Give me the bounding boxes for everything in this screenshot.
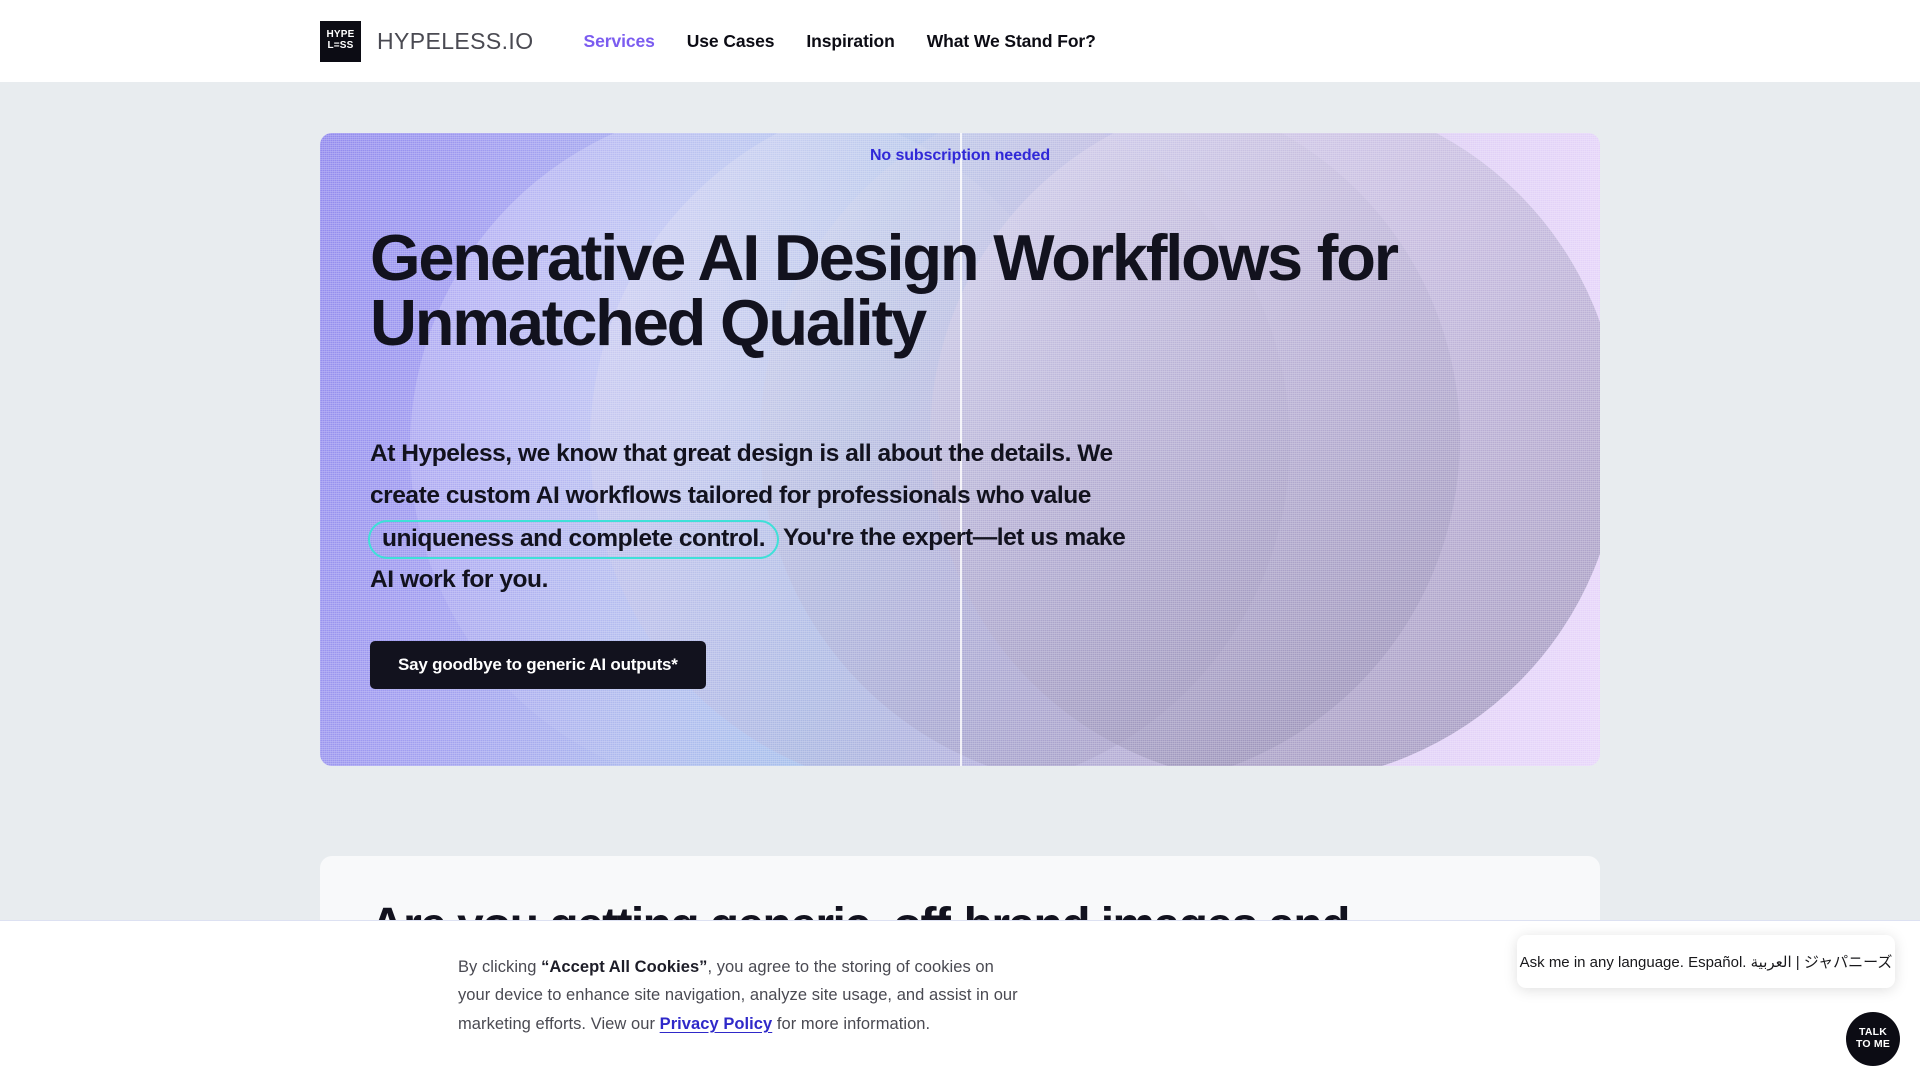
site-header: HYPE L=SS HYPELESS.IO Services Use Cases… xyxy=(0,0,1920,82)
hero-content: No subscription needed Generative AI Des… xyxy=(320,133,1600,766)
hero-card: No subscription needed Generative AI Des… xyxy=(320,133,1600,766)
main-navigation: Services Use Cases Inspiration What We S… xyxy=(568,31,1112,52)
nav-link-services[interactable]: Services xyxy=(568,31,671,52)
privacy-policy-link[interactable]: Privacy Policy xyxy=(660,1015,773,1033)
hero-paragraph-part-1: At Hypeless, we know that great design i… xyxy=(370,440,1113,509)
nav-link-what-we-stand-for[interactable]: What We Stand For? xyxy=(911,31,1112,52)
hero-highlight-pill: uniqueness and complete control. xyxy=(368,520,780,559)
hypeless-logo-icon: HYPE L=SS xyxy=(320,20,361,62)
hero-eyebrow-badge: No subscription needed xyxy=(869,147,1051,164)
cookie-text-part-1: By clicking xyxy=(458,958,542,976)
brand-logo-link[interactable]: HYPE L=SS HYPELESS.IO xyxy=(320,20,534,62)
nav-link-inspiration[interactable]: Inspiration xyxy=(790,31,910,52)
logo-mark-line-2: L=SS xyxy=(327,40,354,51)
chat-prompt-bubble[interactable]: Ask me in any language. Español. العربية… xyxy=(1517,935,1895,988)
hero-title: Generative AI Design Workflows for Unmat… xyxy=(370,225,1570,355)
chat-fab-line-2: TO ME xyxy=(1855,1038,1891,1050)
cookie-text-part-3: for more information. xyxy=(772,1014,931,1033)
hero-paragraph: At Hypeless, we know that great design i… xyxy=(368,433,1130,601)
brand-wordmark: HYPELESS.IO xyxy=(377,27,534,54)
cookie-text-bold: “Accept All Cookies” xyxy=(541,958,708,976)
nav-link-use-cases[interactable]: Use Cases xyxy=(671,31,791,52)
hero-title-line-1: Generative AI Design Workflows for xyxy=(370,221,1399,294)
cookie-consent-text: By clicking “Accept All Cookies”, you ag… xyxy=(458,953,1018,1038)
hero-title-line-2: Unmatched Quality xyxy=(370,286,927,359)
talk-to-me-chat-button[interactable]: TALK TO ME xyxy=(1846,1012,1900,1066)
hero-cta-button[interactable]: Say goodbye to generic AI outputs* xyxy=(370,641,706,689)
